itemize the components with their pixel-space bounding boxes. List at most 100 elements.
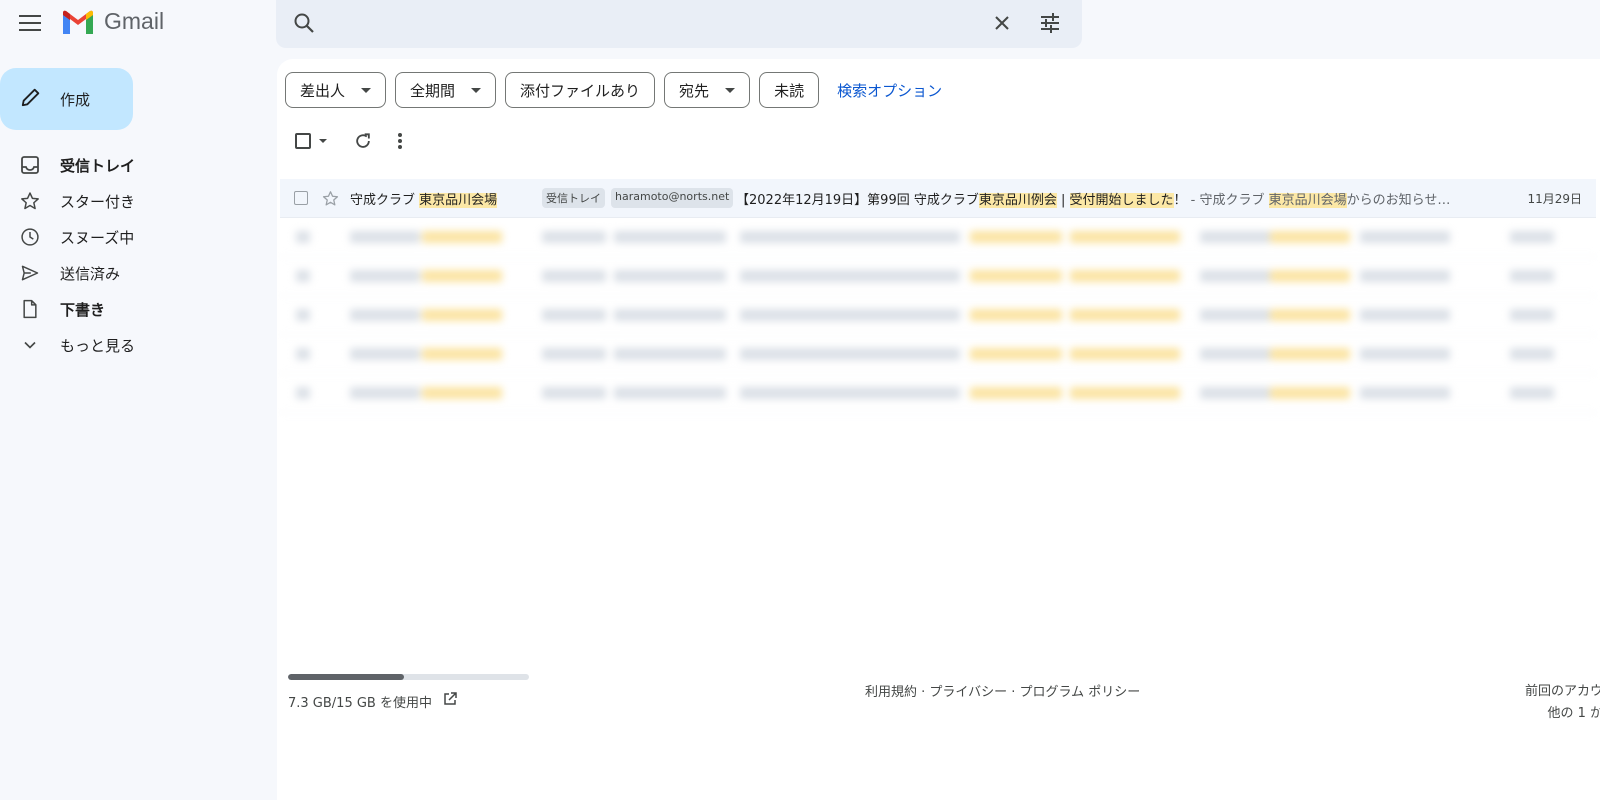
chip-label: 宛先 <box>679 81 710 100</box>
sidebar-item-starred[interactable]: スター付き <box>0 183 270 219</box>
snippet-part: からのお知らせ… <box>1346 192 1451 208</box>
sidebar-item-snoozed[interactable]: スヌーズ中 <box>0 219 270 255</box>
chip-label: 差出人 <box>300 81 346 100</box>
sidebar-item-sent[interactable]: 送信済み <box>0 255 270 291</box>
email-row-blurred[interactable] <box>280 374 1596 413</box>
select-all-checkbox[interactable] <box>295 133 311 149</box>
subject-part: | <box>1056 192 1070 208</box>
draft-icon <box>0 299 60 319</box>
main-panel: 差出人 全期間 添付ファイルあり 宛先 未読 検索オプション 守成クラブ 東京品… <box>277 59 1600 800</box>
email-snippet: - 守成クラブ 東京品川会場からのお知らせ… <box>1187 192 1451 208</box>
redacted-text <box>614 231 726 243</box>
redacted-text <box>296 231 310 243</box>
sidebar-item-label: 送信済み <box>60 264 121 283</box>
caret-down-icon <box>725 87 736 93</box>
email-row-blurred[interactable] <box>280 257 1596 296</box>
redacted-text <box>542 231 606 243</box>
inbox-icon <box>0 155 60 175</box>
label-tag[interactable]: 受信トレイ <box>542 188 605 208</box>
storage-usage-text: 7.3 GB/15 GB を使用中 <box>288 695 432 711</box>
redacted-text <box>350 387 420 399</box>
sender-highlight: 東京品川会場 <box>419 192 498 208</box>
redacted-text <box>542 309 606 321</box>
sidebar-item-label: スター付き <box>60 192 136 211</box>
email-row-blurred[interactable] <box>280 335 1596 374</box>
attachment-filter-chip[interactable]: 添付ファイルあり <box>505 72 656 108</box>
redacted-text <box>1070 387 1180 399</box>
email-row-blurred[interactable] <box>280 218 1596 257</box>
from-filter-chip[interactable]: 差出人 <box>285 72 387 108</box>
sidebar-item-label: もっと見る <box>60 336 136 355</box>
caret-down-icon <box>471 87 482 93</box>
sidebar-item-more[interactable]: もっと見る <box>0 327 270 363</box>
search-options-icon[interactable] <box>1038 11 1062 39</box>
email-row[interactable]: 守成クラブ 東京品川会場 受信トレイ haramoto@norts.net 【2… <box>280 179 1596 218</box>
redacted-text <box>1510 231 1554 243</box>
star-icon[interactable] <box>322 190 339 211</box>
redacted-text <box>1200 348 1270 360</box>
send-icon <box>0 263 60 283</box>
advanced-search-link[interactable]: 検索オプション <box>837 80 942 101</box>
date-filter-chip[interactable]: 全期間 <box>395 72 497 108</box>
email-row-blurred[interactable] <box>280 296 1596 335</box>
redacted-text <box>1360 231 1450 243</box>
activity-line: 他の 1 か所 <box>1547 706 1600 721</box>
redacted-text <box>1070 348 1180 360</box>
redacted-text <box>1270 270 1350 282</box>
email-sender: 守成クラブ 東京品川会場 <box>350 189 498 208</box>
redacted-text <box>1200 309 1270 321</box>
unread-filter-chip[interactable]: 未読 <box>759 72 820 108</box>
redacted-text <box>970 270 1062 282</box>
more-options-icon[interactable] <box>397 132 403 150</box>
redacted-text <box>970 348 1062 360</box>
filter-chips: 差出人 全期間 添付ファイルあり 宛先 未読 検索オプション <box>285 72 942 108</box>
redacted-text <box>1200 231 1270 243</box>
main-menu-button[interactable] <box>16 9 44 37</box>
gmail-logo[interactable]: Gmail <box>62 8 164 35</box>
sidebar-item-label: スヌーズ中 <box>60 228 135 247</box>
to-filter-chip[interactable]: 宛先 <box>664 72 751 108</box>
sidebar-item-label: 受信トレイ <box>60 156 136 175</box>
gmail-m-icon <box>63 10 93 34</box>
redacted-text <box>614 348 726 360</box>
email-tag[interactable]: haramoto@norts.net <box>611 188 734 208</box>
search-bar <box>276 0 1082 48</box>
redacted-text <box>1270 309 1350 321</box>
redacted-text <box>422 231 502 243</box>
row-checkbox[interactable] <box>294 191 308 205</box>
compose-button[interactable]: 作成 <box>0 68 133 130</box>
redacted-text <box>296 387 310 399</box>
redacted-text <box>296 309 310 321</box>
redacted-text <box>1200 270 1270 282</box>
account-activity: 前回のアカウン 他の 1 か所 <box>1506 681 1600 725</box>
redacted-text <box>422 270 502 282</box>
redacted-text <box>350 270 420 282</box>
sidebar-item-drafts[interactable]: 下書き <box>0 291 270 327</box>
redacted-text <box>422 309 502 321</box>
list-toolbar <box>295 131 403 151</box>
select-all-dropdown[interactable] <box>295 133 327 149</box>
redacted-text <box>1510 348 1554 360</box>
redacted-text <box>350 348 420 360</box>
redacted-text <box>350 309 420 321</box>
redacted-text <box>1070 309 1180 321</box>
chip-label: 添付ファイルあり <box>520 81 641 100</box>
search-input[interactable] <box>336 10 936 38</box>
redacted-text <box>1270 231 1350 243</box>
clock-icon <box>0 227 60 247</box>
refresh-icon[interactable] <box>353 131 373 151</box>
clear-search-icon[interactable] <box>990 11 1014 39</box>
redacted-text <box>542 387 606 399</box>
redacted-text <box>1270 348 1350 360</box>
redacted-text <box>1070 231 1180 243</box>
search-icon[interactable] <box>292 11 316 39</box>
external-link-icon[interactable] <box>442 691 458 711</box>
email-subject: 【2022年12月19日】第99回 守成クラブ東京品川例会 | 受付開始しました… <box>736 189 1506 208</box>
redacted-text <box>1360 309 1450 321</box>
email-labels: 受信トレイ haramoto@norts.net <box>542 188 734 208</box>
redacted-text <box>614 309 726 321</box>
menu-line <box>19 22 41 24</box>
footer-links[interactable]: 利用規約 · プライバシー · プログラム ポリシー <box>865 681 1140 700</box>
sidebar-item-inbox[interactable]: 受信トレイ <box>0 147 270 183</box>
subject-part: 【2022年12月19日】第99回 守成クラブ <box>736 192 979 208</box>
